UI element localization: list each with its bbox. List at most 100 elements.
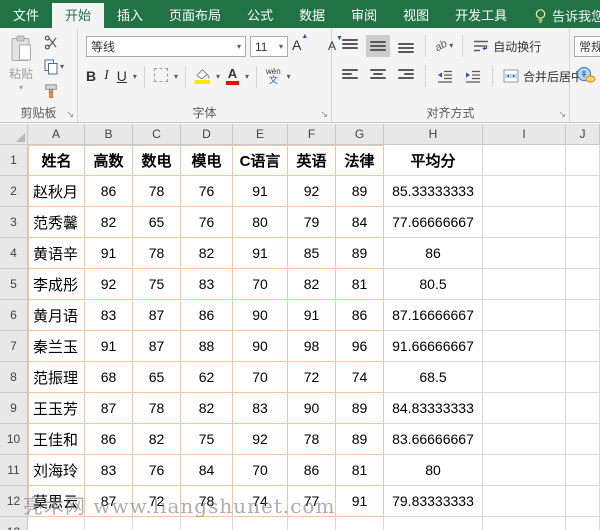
cell-I7[interactable] — [483, 331, 566, 362]
format-painter-button[interactable] — [44, 82, 64, 99]
cell-E9[interactable]: 83 — [233, 393, 288, 424]
cell-J8[interactable] — [566, 362, 600, 393]
cell-G9[interactable]: 89 — [336, 393, 384, 424]
cell-F11[interactable]: 86 — [288, 455, 336, 486]
col-header-A[interactable]: A — [28, 124, 85, 145]
cell-J7[interactable] — [566, 331, 600, 362]
cell-E4[interactable]: 91 — [233, 238, 288, 269]
tab-formulas[interactable]: 公式 — [234, 3, 286, 28]
cell-A12[interactable]: 莫思云 — [28, 486, 85, 517]
align-center-button[interactable] — [366, 65, 390, 87]
row-header-11[interactable]: 11 — [0, 455, 28, 486]
col-header-D[interactable]: D — [181, 124, 233, 145]
cell-B12[interactable]: 87 — [85, 486, 133, 517]
cell-A3[interactable]: 范秀馨 — [28, 207, 85, 238]
cell-A4[interactable]: 黄语辛 — [28, 238, 85, 269]
align-top-button[interactable] — [338, 35, 362, 57]
cell-E12[interactable]: 74 — [233, 486, 288, 517]
cell-F3[interactable]: 79 — [288, 207, 336, 238]
cell-C8[interactable]: 65 — [133, 362, 181, 393]
cell-G12[interactable]: 91 — [336, 486, 384, 517]
cell-F9[interactable]: 90 — [288, 393, 336, 424]
cell-D2[interactable]: 76 — [181, 176, 233, 207]
cell-F8[interactable]: 72 — [288, 362, 336, 393]
cell-C13[interactable] — [133, 517, 181, 530]
cell-J5[interactable] — [566, 269, 600, 300]
cell-F13[interactable] — [288, 517, 336, 530]
cell-H6[interactable]: 87.16666667 — [384, 300, 483, 331]
cell-J1[interactable] — [566, 145, 600, 176]
cell-D7[interactable]: 88 — [181, 331, 233, 362]
phonetic-caret[interactable]: ▾ — [287, 73, 291, 81]
cell-E2[interactable]: 91 — [233, 176, 288, 207]
cell-H12[interactable]: 79.83333333 — [384, 486, 483, 517]
cell-E3[interactable]: 80 — [233, 207, 288, 238]
cell-C7[interactable]: 87 — [133, 331, 181, 362]
cell-G3[interactable]: 84 — [336, 207, 384, 238]
cell-C4[interactable]: 78 — [133, 238, 181, 269]
col-header-E[interactable]: E — [233, 124, 288, 145]
increase-indent-button[interactable] — [461, 65, 485, 87]
copy-button[interactable]: ▾ — [44, 58, 64, 75]
cell-I11[interactable] — [483, 455, 566, 486]
align-left-button[interactable] — [338, 65, 362, 87]
cell-B13[interactable] — [85, 517, 133, 530]
cell-B5[interactable]: 92 — [85, 269, 133, 300]
cell-I10[interactable] — [483, 424, 566, 455]
cell-J3[interactable] — [566, 207, 600, 238]
copy-dropdown-caret[interactable]: ▾ — [60, 63, 64, 71]
cell-B4[interactable]: 91 — [85, 238, 133, 269]
cell-E13[interactable] — [233, 517, 288, 530]
cell-I12[interactable] — [483, 486, 566, 517]
cell-H9[interactable]: 84.83333333 — [384, 393, 483, 424]
cell-A11[interactable]: 刘海玲 — [28, 455, 85, 486]
accounting-format-button[interactable] — [576, 66, 596, 84]
cell-I3[interactable] — [483, 207, 566, 238]
cell-F6[interactable]: 91 — [288, 300, 336, 331]
cell-D13[interactable] — [181, 517, 233, 530]
cell-G1[interactable]: 法律 — [336, 145, 384, 176]
cell-F7[interactable]: 98 — [288, 331, 336, 362]
cell-D11[interactable]: 84 — [181, 455, 233, 486]
cell-J4[interactable] — [566, 238, 600, 269]
cell-G4[interactable]: 89 — [336, 238, 384, 269]
cell-G7[interactable]: 96 — [336, 331, 384, 362]
cell-C6[interactable]: 87 — [133, 300, 181, 331]
tab-view[interactable]: 视图 — [390, 3, 442, 28]
cell-H11[interactable]: 80 — [384, 455, 483, 486]
col-header-H[interactable]: H — [384, 124, 483, 145]
cell-A7[interactable]: 秦兰玉 — [28, 331, 85, 362]
paste-dropdown-caret[interactable]: ▾ — [19, 84, 23, 92]
row-header-1[interactable]: 1 — [0, 145, 28, 176]
col-header-G[interactable]: G — [336, 124, 384, 145]
cell-F1[interactable]: 英语 — [288, 145, 336, 176]
col-header-C[interactable]: C — [133, 124, 181, 145]
cell-I9[interactable] — [483, 393, 566, 424]
cell-A6[interactable]: 黄月语 — [28, 300, 85, 331]
row-header-6[interactable]: 6 — [0, 300, 28, 331]
cell-B9[interactable]: 87 — [85, 393, 133, 424]
cell-D10[interactable]: 75 — [181, 424, 233, 455]
row-header-10[interactable]: 10 — [0, 424, 28, 455]
underline-button[interactable]: U — [115, 66, 129, 86]
cell-H7[interactable]: 91.66666667 — [384, 331, 483, 362]
cell-G8[interactable]: 74 — [336, 362, 384, 393]
cell-G5[interactable]: 81 — [336, 269, 384, 300]
cell-A2[interactable]: 赵秋月 — [28, 176, 85, 207]
tab-data[interactable]: 数据 — [286, 3, 338, 28]
cell-E1[interactable]: C语言 — [233, 145, 288, 176]
row-header-3[interactable]: 3 — [0, 207, 28, 238]
cell-A9[interactable]: 王玉芳 — [28, 393, 85, 424]
cell-I2[interactable] — [483, 176, 566, 207]
fill-color-caret[interactable]: ▾ — [216, 73, 220, 81]
borders-button[interactable] — [152, 66, 170, 84]
cell-J2[interactable] — [566, 176, 600, 207]
cut-button[interactable] — [44, 34, 64, 51]
cell-J6[interactable] — [566, 300, 600, 331]
cell-D1[interactable]: 模电 — [181, 145, 233, 176]
cell-I1[interactable] — [483, 145, 566, 176]
cell-E5[interactable]: 70 — [233, 269, 288, 300]
cell-F12[interactable]: 77 — [288, 486, 336, 517]
cell-C10[interactable]: 82 — [133, 424, 181, 455]
cell-F10[interactable]: 78 — [288, 424, 336, 455]
